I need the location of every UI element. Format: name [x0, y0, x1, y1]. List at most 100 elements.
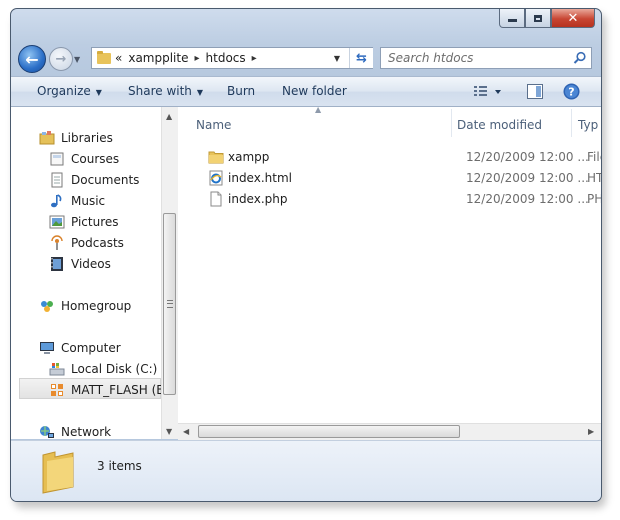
address-dropdown[interactable]: ▼ [334, 54, 340, 63]
file-date: 12/20/2009 12:00 ... [466, 150, 589, 164]
new-folder-button[interactable]: New folder [282, 84, 347, 98]
maximize-icon [534, 14, 542, 22]
sidebar-item-homegroup[interactable]: Homegroup [39, 298, 131, 314]
organize-label: Organize [37, 84, 91, 98]
sidebar-label: Computer [61, 341, 121, 355]
preview-pane-button[interactable] [527, 84, 543, 102]
file-list-pane: ▲ Name Date modified Typ xampp 12/20/200… [178, 107, 601, 439]
share-with-button[interactable]: Share with ▼ [128, 84, 203, 98]
sidebar-item-music[interactable]: Music [49, 193, 105, 209]
scroll-up-icon[interactable]: ▲ [166, 112, 172, 121]
sidebar-item-matt-flash[interactable]: MATT_FLASH (E: [49, 382, 168, 398]
close-icon: ✕ [567, 10, 579, 26]
sidebar-item-libraries[interactable]: Libraries [39, 130, 113, 146]
sidebar-label: Courses [71, 152, 120, 166]
videos-icon [51, 257, 63, 271]
chevron-down-icon: ▼ [95, 88, 102, 97]
search-input[interactable] [388, 51, 568, 65]
overflow-chevron[interactable]: « [115, 51, 122, 65]
explorer-window: ✕ ← → ▼ « xampplite ▸ htdocs ▸ ▼ ⇆ Organ… [10, 8, 602, 502]
sidebar-label: Libraries [61, 131, 113, 145]
sidebar-label: Homegroup [61, 299, 132, 313]
sidebar-label: Network [61, 425, 112, 439]
column-header-date-modified[interactable]: Date modified [457, 118, 542, 132]
navigation-scrollbar[interactable]: ▲ ▼ [161, 107, 178, 439]
sidebar-label: Podcasts [71, 236, 124, 250]
pictures-icon [49, 215, 65, 229]
scroll-left-icon[interactable]: ◀ [183, 427, 189, 436]
sidebar-item-local-disk[interactable]: Local Disk (C:) [49, 361, 157, 377]
column-divider[interactable] [451, 109, 452, 137]
help-icon: ? [563, 83, 580, 100]
file-name: index.html [228, 171, 292, 185]
sidebar-label: Pictures [71, 215, 119, 229]
forward-button[interactable]: → [49, 47, 73, 71]
address-bar[interactable]: « xampplite ▸ htdocs ▸ ▼ [91, 47, 373, 69]
preview-pane-icon [527, 84, 543, 99]
scrollbar-thumb[interactable] [163, 213, 176, 395]
details-pane: 3 items [11, 440, 601, 501]
sidebar-item-podcasts[interactable]: Podcasts [49, 235, 124, 251]
file-type: File [587, 150, 601, 164]
new-folder-label: New folder [282, 84, 347, 98]
back-arrow-icon: ← [25, 49, 39, 69]
sidebar-item-network[interactable]: Network [39, 424, 111, 440]
forward-arrow-icon: → [55, 51, 67, 67]
sidebar-item-documents[interactable]: Documents [49, 172, 139, 188]
breadcrumb-htdocs[interactable]: htdocs [206, 51, 246, 65]
file-date: 12/20/2009 12:00 ... [466, 171, 589, 185]
file-type: PHI [587, 192, 601, 206]
file-row-index-html[interactable]: index.html 12/20/2009 12:00 ... HTI [196, 168, 601, 188]
search-box[interactable] [380, 47, 592, 69]
scroll-right-icon[interactable]: ▶ [588, 427, 594, 436]
file-row-xampp[interactable]: xampp 12/20/2009 12:00 ... File [196, 147, 601, 167]
help-button[interactable]: ? [563, 83, 580, 103]
back-button[interactable]: ← [18, 45, 46, 73]
chevron-down-icon: ▼ [196, 88, 204, 97]
share-with-label: Share with [128, 84, 192, 98]
column-header-name[interactable]: Name [196, 118, 231, 132]
search-icon [573, 51, 586, 64]
libraries-icon [39, 131, 55, 145]
close-button[interactable]: ✕ [551, 9, 595, 28]
local-disk-icon [49, 363, 65, 376]
breadcrumb-separator[interactable]: ▸ [252, 53, 257, 64]
file-name: xampp [228, 150, 270, 164]
network-icon [40, 426, 54, 438]
scroll-down-icon[interactable]: ▼ [166, 427, 172, 436]
command-bar: Organize ▼ Share with ▼ Burn New folder [11, 76, 601, 107]
ie-html-icon [209, 170, 223, 186]
caption-buttons: ✕ [499, 9, 595, 29]
sidebar-item-pictures[interactable]: Pictures [49, 214, 119, 230]
sidebar-label: Videos [71, 257, 111, 271]
svg-text:?: ? [568, 86, 574, 99]
refresh-button[interactable]: ⇆ [349, 48, 373, 68]
sidebar-label: MATT_FLASH (E: [71, 383, 168, 397]
burn-button[interactable]: Burn [227, 84, 255, 98]
change-view-button[interactable] [473, 85, 503, 102]
breadcrumb-separator[interactable]: ▸ [194, 53, 199, 64]
maximize-button[interactable] [525, 9, 551, 28]
folder-icon [208, 151, 224, 164]
file-list-horizontal-scrollbar[interactable]: ◀ ▶ [178, 423, 601, 440]
organize-button[interactable]: Organize ▼ [37, 84, 102, 98]
sidebar-item-courses[interactable]: Courses [49, 151, 119, 167]
file-date: 12/20/2009 12:00 ... [466, 192, 589, 206]
removable-drive-icon [51, 384, 63, 396]
sidebar-item-computer[interactable]: Computer [39, 340, 121, 356]
sidebar-item-videos[interactable]: Videos [49, 256, 111, 272]
folder-large-icon [42, 451, 74, 494]
recent-pages-dropdown[interactable]: ▼ [74, 55, 80, 64]
sort-ascending-icon: ▲ [315, 107, 322, 114]
column-divider[interactable] [571, 109, 572, 137]
breadcrumb-xampplite[interactable]: xampplite [128, 51, 188, 65]
file-row-index-php[interactable]: index.php 12/20/2009 12:00 ... PHI [196, 189, 601, 209]
item-count: 3 items [97, 459, 142, 473]
library-icon [50, 152, 64, 166]
minimize-icon [507, 19, 517, 22]
column-header-type[interactable]: Typ [578, 118, 598, 132]
sidebar-label: Music [71, 194, 106, 208]
minimize-button[interactable] [499, 9, 525, 28]
details-view-icon [474, 86, 501, 96]
scrollbar-thumb[interactable] [198, 425, 460, 438]
